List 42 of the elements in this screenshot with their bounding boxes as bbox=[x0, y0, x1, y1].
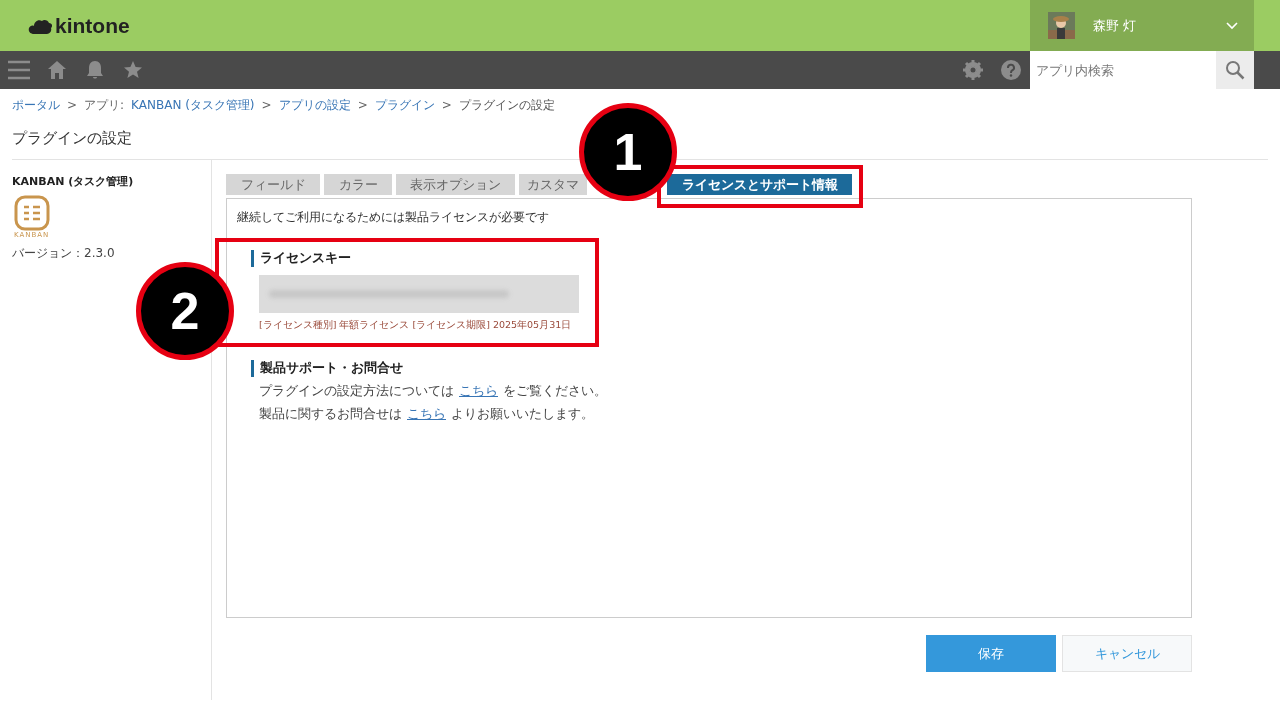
separator: > bbox=[441, 98, 452, 112]
separator: > bbox=[357, 98, 368, 112]
help-icon[interactable] bbox=[1001, 60, 1021, 80]
logo-text: kintone bbox=[55, 13, 130, 38]
support-text: プラグインの設定方法については こちら をご覧ください。 bbox=[259, 383, 608, 400]
breadcrumb-text: アプリ: bbox=[84, 96, 125, 114]
callout-number: 2 bbox=[136, 262, 234, 360]
save-button[interactable]: 保存 bbox=[926, 635, 1056, 672]
notice-text: 継続してご利用になるためには製品ライセンスが必要です bbox=[237, 209, 550, 226]
tab[interactable]: カスタマ bbox=[519, 174, 587, 195]
version-text: バージョン：2.3.0 bbox=[12, 245, 116, 262]
separator: > bbox=[261, 98, 272, 112]
link[interactable]: こちら bbox=[459, 383, 498, 398]
section-heading: ライセンスキー bbox=[251, 250, 1181, 267]
cancel-button[interactable]: キャンセル bbox=[1062, 635, 1192, 672]
breadcrumb-link[interactable]: ポータル bbox=[12, 96, 60, 114]
menu-icon[interactable] bbox=[8, 60, 30, 80]
search-button[interactable] bbox=[1216, 51, 1254, 89]
star-icon[interactable] bbox=[123, 60, 143, 80]
support-text: 製品に関するお問合せは こちら よりお願いいたします。 bbox=[259, 406, 595, 423]
user-name: 森野 灯 bbox=[1093, 16, 1138, 35]
settings-icon[interactable] bbox=[963, 60, 983, 80]
breadcrumb-link[interactable]: KANBAN (タスク管理) bbox=[131, 96, 255, 114]
chevron-down-icon[interactable] bbox=[1226, 21, 1238, 30]
callout-number: 1 bbox=[579, 103, 677, 201]
home-icon[interactable] bbox=[47, 60, 67, 80]
breadcrumb-current: プラグインの設定 bbox=[458, 96, 555, 114]
plugin-name: KANBAN (タスク管理) bbox=[12, 174, 135, 189]
page-title: プラグインの設定 bbox=[12, 129, 132, 147]
breadcrumb-link[interactable]: プラグイン bbox=[374, 96, 435, 114]
separator: > bbox=[67, 98, 78, 112]
tab[interactable]: 表示オプション bbox=[396, 174, 515, 195]
search-icon bbox=[1225, 60, 1245, 80]
breadcrumb-link[interactable]: アプリの設定 bbox=[278, 96, 351, 114]
list-icon bbox=[14, 195, 50, 231]
tab[interactable]: ライセンスとサポート情報 bbox=[667, 174, 852, 195]
link[interactable]: こちら bbox=[407, 406, 446, 421]
section-heading: 製品サポート・お問合せ bbox=[251, 360, 1181, 377]
tab[interactable]: フィールド bbox=[226, 174, 320, 195]
bell-icon[interactable] bbox=[86, 60, 104, 80]
license-info: [ライセンス種別] 年額ライセンス [ライセンス期限] 2025年05月31日 bbox=[259, 319, 573, 332]
tab[interactable]: カラー bbox=[324, 174, 392, 195]
